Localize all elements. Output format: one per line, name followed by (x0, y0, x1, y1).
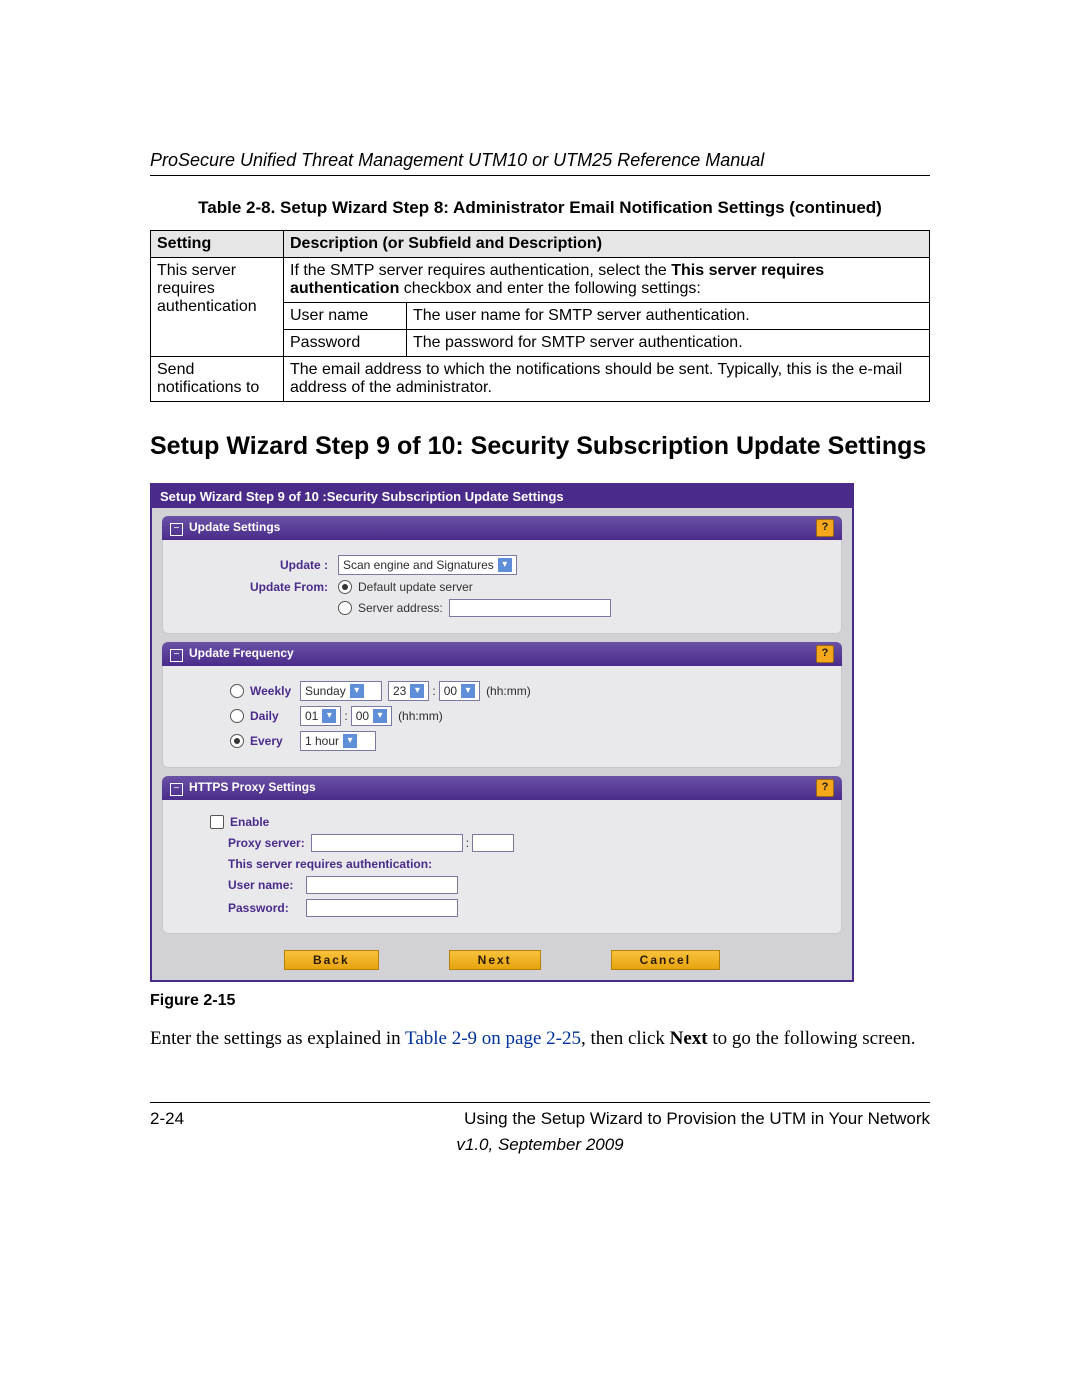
label-proxy-server: Proxy server: (228, 836, 311, 850)
select-weekly-mm[interactable]: 00 ▾ (439, 681, 480, 701)
label-hhmm: (hh:mm) (486, 684, 531, 698)
label-update-from: Update From: (178, 580, 338, 594)
label-proxy-username: User name: (228, 878, 306, 892)
select-every-value: 1 hour (305, 734, 339, 748)
collapse-icon[interactable]: − (170, 649, 183, 662)
page-number: 2-24 (150, 1109, 184, 1129)
select-daily-mm[interactable]: 00 ▾ (351, 706, 392, 726)
radio-server-address[interactable] (338, 601, 352, 615)
checkbox-enable-proxy[interactable] (210, 815, 224, 829)
colon: : (463, 836, 472, 850)
panel-https-proxy: −HTTPS Proxy Settings ? Enable Proxy ser… (162, 776, 842, 934)
input-proxy-port[interactable] (472, 834, 514, 852)
cancel-button[interactable]: Cancel (611, 950, 720, 970)
select-update-value: Scan engine and Signatures (343, 558, 494, 572)
cell-sub-password-desc: The password for SMTP server authenticat… (407, 330, 930, 357)
help-icon[interactable]: ? (816, 519, 834, 537)
panel-title-update-frequency: Update Frequency (189, 646, 294, 660)
collapse-icon[interactable]: − (170, 523, 183, 536)
next-button[interactable]: Next (449, 950, 541, 970)
select-daily-hh[interactable]: 01 ▾ (300, 706, 341, 726)
wizard-screenshot: Setup Wizard Step 9 of 10 :Security Subs… (150, 483, 854, 982)
chevron-down-icon[interactable]: ▾ (461, 684, 475, 698)
body-paragraph: Enter the settings as explained in Table… (150, 1026, 930, 1052)
chevron-down-icon[interactable]: ▾ (343, 734, 357, 748)
input-proxy-username[interactable] (306, 876, 458, 894)
radio-daily[interactable] (230, 709, 244, 723)
cell-sub-password: Password (284, 330, 407, 357)
figure-caption: Figure 2-15 (150, 992, 930, 1010)
select-weekly-day[interactable]: Sunday ▾ (300, 681, 382, 701)
wizard-button-bar: Back Next Cancel (152, 942, 852, 980)
header-rule (150, 175, 930, 176)
panel-title-https-proxy: HTTPS Proxy Settings (189, 780, 316, 794)
radio-every[interactable] (230, 734, 244, 748)
input-proxy-password[interactable] (306, 899, 458, 917)
label-hhmm-daily: (hh:mm) (398, 709, 443, 723)
input-server-address[interactable] (449, 599, 611, 617)
cell-setting-sendto: Send notifications to (151, 357, 284, 402)
panel-header-update-frequency[interactable]: −Update Frequency ? (162, 642, 842, 666)
help-icon[interactable]: ? (816, 645, 834, 663)
cell-setting-auth: This server requires authentication (151, 258, 284, 357)
cell-sub-username: User name (284, 303, 407, 330)
panel-header-https-proxy[interactable]: −HTTPS Proxy Settings ? (162, 776, 842, 800)
select-every[interactable]: 1 hour ▾ (300, 731, 376, 751)
input-proxy-host[interactable] (311, 834, 463, 852)
chevron-down-icon[interactable]: ▾ (322, 709, 336, 723)
colon: : (429, 684, 438, 698)
xref-link[interactable]: Table 2-9 on page 2-25 (405, 1028, 581, 1049)
footer-version: v1.0, September 2009 (150, 1135, 930, 1155)
help-icon[interactable]: ? (816, 779, 834, 797)
select-update[interactable]: Scan engine and Signatures ▾ (338, 555, 517, 575)
chevron-down-icon[interactable]: ▾ (498, 558, 512, 572)
desc-auth-pre: If the SMTP server requires authenticati… (290, 262, 671, 279)
th-setting: Setting (151, 231, 284, 258)
wizard-title-bar: Setup Wizard Step 9 of 10 :Security Subs… (152, 485, 852, 508)
cell-sub-username-desc: The user name for SMTP server authentica… (407, 303, 930, 330)
chevron-down-icon[interactable]: ▾ (373, 709, 387, 723)
label-every: Every (250, 734, 300, 748)
label-proxy-password: Password: (228, 901, 306, 915)
doc-header: ProSecure Unified Threat Management UTM1… (150, 150, 930, 171)
settings-table: Setting Description (or Subfield and Des… (150, 230, 930, 402)
select-daily-hh-value: 01 (305, 709, 318, 723)
body-post: to go the following screen. (708, 1028, 916, 1049)
chevron-down-icon[interactable]: ▾ (350, 684, 364, 698)
back-button[interactable]: Back (284, 950, 379, 970)
table-caption: Table 2-8. Setup Wizard Step 8: Administ… (150, 198, 930, 218)
cell-desc-auth: If the SMTP server requires authenticati… (284, 258, 930, 303)
footer-chapter: Using the Setup Wizard to Provision the … (464, 1109, 930, 1129)
footer-row: 2-24 Using the Setup Wizard to Provision… (150, 1109, 930, 1129)
opt-default-server: Default update server (358, 580, 473, 594)
chevron-down-icon[interactable]: ▾ (410, 684, 424, 698)
th-desc: Description (or Subfield and Description… (284, 231, 930, 258)
panel-header-update-settings[interactable]: −Update Settings ? (162, 516, 842, 540)
select-weekly-day-value: Sunday (305, 684, 346, 698)
collapse-icon[interactable]: − (170, 783, 183, 796)
body-mid: , then click (581, 1028, 670, 1049)
select-daily-mm-value: 00 (356, 709, 369, 723)
footer-rule (150, 1102, 930, 1103)
panel-title-update-settings: Update Settings (189, 520, 280, 534)
label-weekly: Weekly (250, 684, 300, 698)
body-bold-next: Next (670, 1028, 708, 1049)
desc-auth-post: checkbox and enter the following setting… (399, 280, 701, 297)
radio-default-server[interactable] (338, 580, 352, 594)
cell-desc-sendto: The email address to which the notificat… (284, 357, 930, 402)
radio-weekly[interactable] (230, 684, 244, 698)
label-enable: Enable (230, 815, 269, 829)
section-heading: Setup Wizard Step 9 of 10: Security Subs… (150, 432, 930, 461)
label-daily: Daily (250, 709, 300, 723)
select-weekly-hh[interactable]: 23 ▾ (388, 681, 429, 701)
panel-update-frequency: −Update Frequency ? Weekly Sunday ▾ 23 ▾ :… (162, 642, 842, 768)
opt-server-address: Server address: (358, 601, 443, 615)
label-auth-required: This server requires authentication: (228, 857, 432, 871)
select-weekly-mm-value: 00 (444, 684, 457, 698)
colon: : (341, 709, 350, 723)
panel-update-settings: −Update Settings ? Update : Scan engine … (162, 516, 842, 634)
select-weekly-hh-value: 23 (393, 684, 406, 698)
label-update: Update : (178, 558, 338, 572)
body-pre: Enter the settings as explained in (150, 1028, 405, 1049)
